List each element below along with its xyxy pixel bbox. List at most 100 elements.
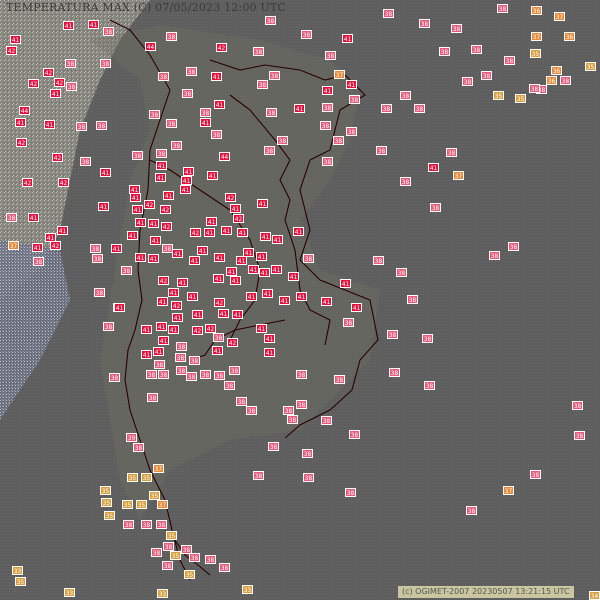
station-marker[interactable]: 42 bbox=[227, 338, 238, 347]
station-marker[interactable]: 41 bbox=[271, 265, 282, 274]
station-marker[interactable]: 38 bbox=[529, 84, 540, 93]
station-marker[interactable]: 35 bbox=[136, 500, 147, 509]
station-marker[interactable]: 38 bbox=[182, 89, 193, 98]
station-marker[interactable]: 38 bbox=[400, 91, 411, 100]
station-marker[interactable]: 42 bbox=[22, 178, 33, 187]
station-marker[interactable]: 41 bbox=[88, 20, 99, 29]
station-marker[interactable]: 42 bbox=[205, 324, 216, 333]
station-marker[interactable]: 41 bbox=[150, 236, 161, 245]
station-marker[interactable]: 38 bbox=[396, 268, 407, 277]
station-marker[interactable]: 41 bbox=[236, 256, 247, 265]
station-marker[interactable]: 38 bbox=[65, 59, 76, 68]
station-marker[interactable]: 38 bbox=[471, 45, 482, 54]
station-marker[interactable]: 38 bbox=[303, 254, 314, 263]
station-marker[interactable]: 41 bbox=[288, 272, 299, 281]
station-marker[interactable]: 38 bbox=[200, 370, 211, 379]
station-marker[interactable]: 38 bbox=[422, 334, 433, 343]
station-marker[interactable]: 41 bbox=[155, 173, 166, 182]
station-marker[interactable]: 38 bbox=[147, 393, 158, 402]
station-marker[interactable]: 38 bbox=[302, 449, 313, 458]
station-marker[interactable]: 41 bbox=[148, 219, 159, 228]
station-marker[interactable]: 41 bbox=[177, 278, 188, 287]
station-marker[interactable]: 38 bbox=[322, 103, 333, 112]
station-marker[interactable]: 41 bbox=[200, 118, 211, 127]
station-marker[interactable]: 38 bbox=[92, 254, 103, 263]
station-marker[interactable]: 38 bbox=[296, 400, 307, 409]
station-marker[interactable]: 38 bbox=[376, 146, 387, 155]
station-marker[interactable]: 38 bbox=[146, 370, 157, 379]
station-marker[interactable]: 37 bbox=[8, 241, 19, 250]
station-marker[interactable]: 41 bbox=[322, 86, 333, 95]
station-marker[interactable]: 38 bbox=[320, 121, 331, 130]
station-marker[interactable]: 38 bbox=[189, 553, 200, 562]
station-marker[interactable]: 41 bbox=[63, 21, 74, 30]
station-marker[interactable]: 38 bbox=[213, 333, 224, 342]
station-marker[interactable]: 38 bbox=[451, 24, 462, 33]
station-marker[interactable]: 42 bbox=[225, 193, 236, 202]
station-marker[interactable]: 37 bbox=[334, 70, 345, 79]
station-marker[interactable]: 42 bbox=[216, 43, 227, 52]
station-marker[interactable]: 35 bbox=[100, 486, 111, 495]
station-marker[interactable]: 38 bbox=[387, 330, 398, 339]
station-marker[interactable]: 41 bbox=[230, 204, 241, 213]
station-marker[interactable]: 41 bbox=[428, 163, 439, 172]
station-marker[interactable]: 38 bbox=[349, 95, 360, 104]
station-marker[interactable]: 35 bbox=[184, 570, 195, 579]
station-marker[interactable]: 38 bbox=[90, 244, 101, 253]
station-marker[interactable]: 35 bbox=[170, 551, 181, 560]
station-marker[interactable]: 42 bbox=[43, 68, 54, 77]
station-marker[interactable]: 42 bbox=[161, 222, 172, 231]
station-marker[interactable]: 42 bbox=[6, 46, 17, 55]
station-marker[interactable]: 38 bbox=[200, 108, 211, 117]
station-marker[interactable]: 38 bbox=[462, 77, 473, 86]
station-marker[interactable]: 41 bbox=[127, 231, 138, 240]
station-marker[interactable]: 41 bbox=[214, 100, 225, 109]
station-marker[interactable]: 38 bbox=[154, 360, 165, 369]
station-marker[interactable]: 38 bbox=[333, 136, 344, 145]
station-marker[interactable]: 42 bbox=[214, 298, 225, 307]
station-marker[interactable]: 41 bbox=[168, 288, 179, 297]
station-marker[interactable]: 38 bbox=[253, 47, 264, 56]
station-marker[interactable]: 41 bbox=[148, 254, 159, 263]
station-marker[interactable]: 38 bbox=[211, 130, 222, 139]
station-marker[interactable]: 42 bbox=[144, 200, 155, 209]
station-marker[interactable]: 41 bbox=[98, 202, 109, 211]
station-marker[interactable]: 35 bbox=[122, 500, 133, 509]
station-marker[interactable]: 38 bbox=[303, 473, 314, 482]
station-marker[interactable]: 38 bbox=[383, 9, 394, 18]
station-marker[interactable]: 38 bbox=[133, 443, 144, 452]
station-marker[interactable]: 38 bbox=[269, 71, 280, 80]
station-marker[interactable]: 38 bbox=[343, 318, 354, 327]
station-marker[interactable]: 38 bbox=[572, 401, 583, 410]
station-marker[interactable]: 35 bbox=[15, 577, 26, 586]
station-marker[interactable]: 38 bbox=[400, 177, 411, 186]
station-marker[interactable]: 38 bbox=[346, 127, 357, 136]
station-marker[interactable]: 41 bbox=[256, 324, 267, 333]
station-marker[interactable]: 38 bbox=[407, 295, 418, 304]
station-marker[interactable]: 42 bbox=[171, 301, 182, 310]
station-marker[interactable]: 38 bbox=[132, 151, 143, 160]
station-marker[interactable]: 38 bbox=[103, 27, 114, 36]
station-marker[interactable]: 41 bbox=[181, 176, 192, 185]
station-marker[interactable]: 35 bbox=[166, 531, 177, 540]
station-marker[interactable]: 42 bbox=[233, 214, 244, 223]
station-marker[interactable]: 35 bbox=[530, 49, 541, 58]
station-marker[interactable]: 38 bbox=[481, 71, 492, 80]
station-marker[interactable]: 41 bbox=[279, 296, 290, 305]
station-marker[interactable]: 41 bbox=[130, 193, 141, 202]
station-marker[interactable]: 41 bbox=[180, 185, 191, 194]
station-marker[interactable]: 41 bbox=[246, 292, 257, 301]
station-marker[interactable]: 41 bbox=[221, 226, 232, 235]
station-marker[interactable]: 38 bbox=[264, 146, 275, 155]
station-marker[interactable]: 42 bbox=[190, 228, 201, 237]
station-marker[interactable]: 38 bbox=[446, 148, 457, 157]
station-marker[interactable]: 41 bbox=[293, 227, 304, 236]
station-marker[interactable]: 42 bbox=[28, 79, 39, 88]
station-marker[interactable]: 44 bbox=[219, 152, 230, 161]
station-marker[interactable]: 42 bbox=[50, 241, 61, 250]
station-marker[interactable]: 38 bbox=[389, 368, 400, 377]
station-marker[interactable]: 38 bbox=[156, 149, 167, 158]
station-marker[interactable]: 41 bbox=[248, 265, 259, 274]
station-marker[interactable]: 41 bbox=[342, 34, 353, 43]
station-marker[interactable]: 41 bbox=[114, 303, 125, 312]
